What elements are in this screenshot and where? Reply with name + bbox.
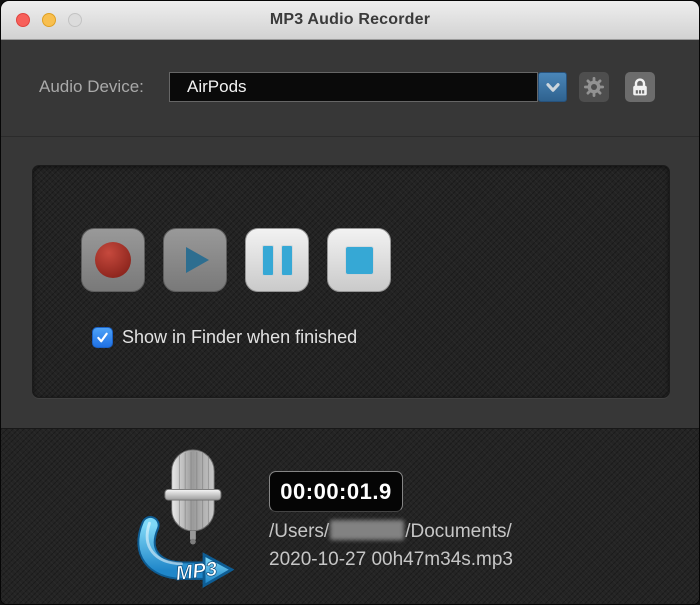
show-in-finder-option[interactable]: Show in Finder when finished bbox=[92, 327, 357, 348]
record-circle-icon bbox=[95, 242, 131, 278]
lock-button[interactable] bbox=[625, 72, 655, 102]
audio-device-label: Audio Device: bbox=[39, 77, 144, 97]
play-button[interactable] bbox=[163, 228, 227, 292]
elapsed-time-value: 00:00:01.9 bbox=[280, 479, 391, 505]
output-file-name: 2020-10-27 00h47m34s.mp3 bbox=[269, 546, 513, 574]
play-icon bbox=[176, 241, 214, 279]
app-window: MP3 Audio Recorder Audio Device: AirPods bbox=[0, 0, 700, 605]
lock-icon bbox=[628, 75, 652, 99]
path-prefix: /Users/ bbox=[269, 521, 329, 542]
titlebar: MP3 Audio Recorder bbox=[1, 1, 699, 40]
audio-device-select[interactable]: AirPods bbox=[169, 72, 538, 102]
settings-button[interactable] bbox=[579, 72, 609, 102]
output-directory: /Users/ /Documents/ bbox=[269, 518, 513, 546]
status-section: MP3 00:00:01.9 /Users/ /Documents/ 2020-1… bbox=[1, 428, 699, 605]
traffic-lights bbox=[16, 13, 82, 27]
stop-button[interactable] bbox=[327, 228, 391, 292]
main-section: Show in Finder when finished bbox=[1, 137, 699, 428]
show-in-finder-label: Show in Finder when finished bbox=[122, 327, 357, 348]
zoom-button-disabled bbox=[68, 13, 82, 27]
elapsed-time-display: 00:00:01.9 bbox=[269, 471, 403, 512]
record-button[interactable] bbox=[81, 228, 145, 292]
pause-icon bbox=[263, 246, 292, 275]
gear-icon bbox=[582, 75, 606, 99]
path-suffix: /Documents/ bbox=[405, 521, 512, 542]
microphone-mp3-icon: MP3 bbox=[133, 444, 249, 589]
chevron-down-icon bbox=[542, 76, 564, 98]
transport-controls bbox=[81, 228, 391, 292]
close-button[interactable] bbox=[16, 13, 30, 27]
minimize-button[interactable] bbox=[42, 13, 56, 27]
redacted-username bbox=[330, 520, 404, 540]
output-file-path: /Users/ /Documents/ 2020-10-27 00h47m34s.… bbox=[269, 518, 513, 574]
device-section: Audio Device: AirPods bbox=[1, 40, 699, 137]
checkmark-icon bbox=[95, 330, 110, 345]
recorder-panel: Show in Finder when finished bbox=[32, 165, 670, 398]
audio-device-value: AirPods bbox=[170, 77, 247, 97]
stop-icon bbox=[346, 247, 373, 274]
pause-button[interactable] bbox=[245, 228, 309, 292]
window-title: MP3 Audio Recorder bbox=[1, 1, 699, 39]
audio-device-dropdown-button[interactable] bbox=[538, 72, 567, 102]
show-in-finder-checkbox[interactable] bbox=[92, 327, 113, 348]
